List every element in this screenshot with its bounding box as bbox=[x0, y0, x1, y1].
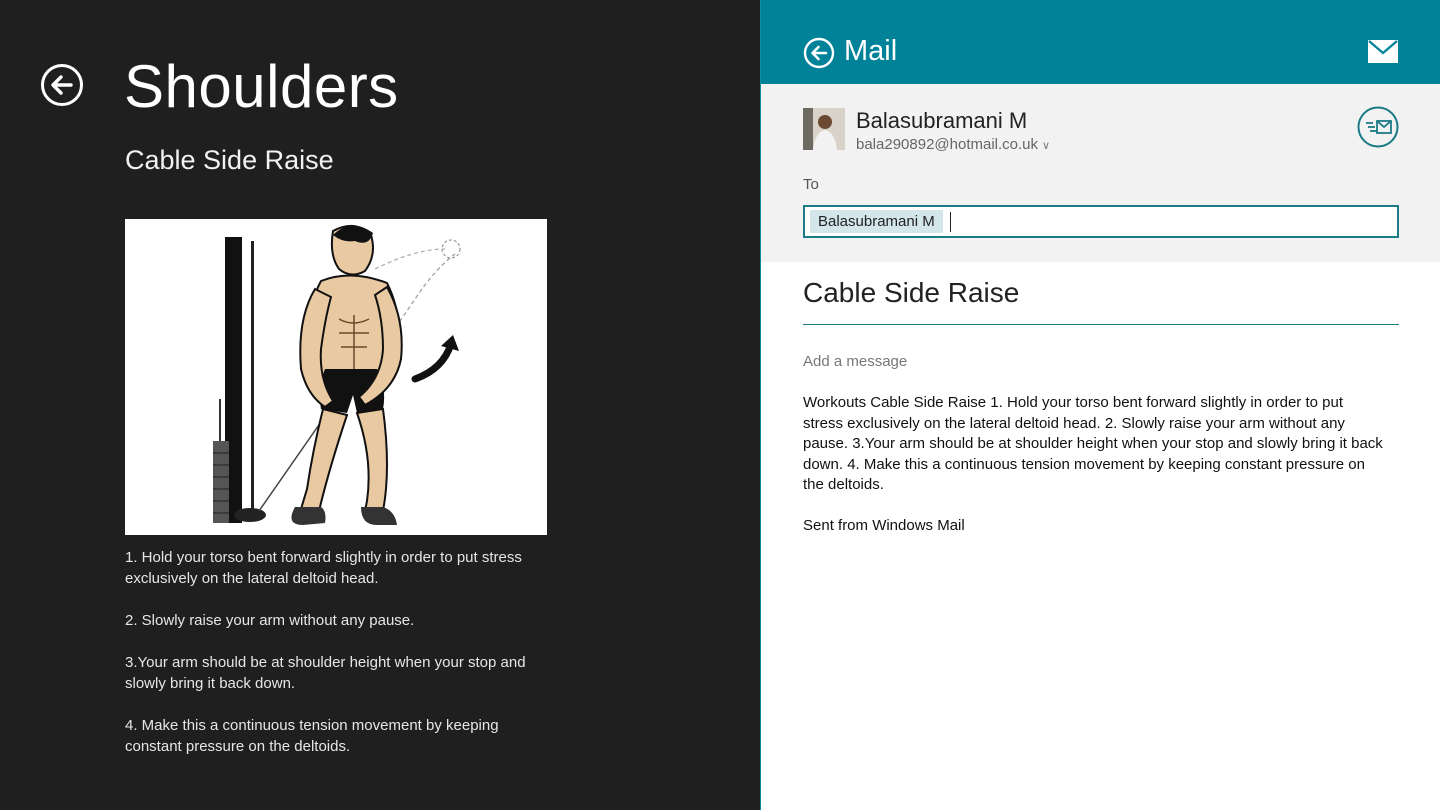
step-2: 2. Slowly raise your arm without any pau… bbox=[125, 612, 415, 629]
send-button[interactable] bbox=[1357, 106, 1399, 148]
envelope-icon bbox=[1368, 40, 1398, 63]
step-3: 3.Your arm should be at shoulder height … bbox=[125, 654, 526, 692]
back-button[interactable] bbox=[40, 63, 84, 107]
back-arrow-circle-icon bbox=[803, 37, 835, 69]
message-body[interactable]: Workouts Cable Side Raise 1. Hold your t… bbox=[803, 393, 1383, 496]
mail-back-button[interactable] bbox=[803, 37, 835, 69]
sender-account-selector[interactable]: bala290892@hotmail.co.uk ∨ bbox=[856, 136, 1050, 153]
recipient-chip[interactable]: Balasubramani M bbox=[810, 210, 943, 233]
exercise-pane: Shoulders Cable Side Raise 1. Hold your … bbox=[0, 0, 760, 810]
mail-share-pane: Mail Balasubramani M bala290892@hotmail.… bbox=[760, 0, 1440, 810]
sender-section: Balasubramani M bala290892@hotmail.co.uk… bbox=[761, 84, 1440, 262]
step-4: 4. Make this a continuous tension moveme… bbox=[125, 717, 499, 755]
text-caret bbox=[950, 212, 951, 232]
chevron-down-icon: ∨ bbox=[1042, 140, 1051, 152]
sender-email: bala290892@hotmail.co.uk bbox=[856, 136, 1039, 153]
send-mail-icon bbox=[1357, 106, 1399, 148]
avatar bbox=[803, 108, 845, 150]
cable-side-raise-illustration bbox=[213, 224, 461, 525]
step-1: 1. Hold your torso bent forward slightly… bbox=[125, 549, 522, 587]
subject-field[interactable]: Cable Side Raise bbox=[803, 277, 1399, 325]
mail-title: Mail bbox=[844, 35, 898, 67]
exercise-illustration bbox=[125, 219, 547, 535]
add-message-field[interactable]: Add a message bbox=[803, 353, 907, 370]
signature: Sent from Windows Mail bbox=[803, 517, 965, 534]
to-field[interactable]: Balasubramani M bbox=[803, 205, 1399, 238]
back-arrow-circle-icon bbox=[41, 64, 83, 106]
mail-header: Mail bbox=[761, 0, 1440, 84]
exercise-steps: 1. Hold your torso bent forward slightly… bbox=[125, 547, 555, 778]
sender-name: Balasubramani M bbox=[856, 108, 1028, 133]
exercise-name: Cable Side Raise bbox=[125, 145, 334, 175]
to-label: To bbox=[803, 176, 819, 193]
page-title: Shoulders bbox=[124, 53, 399, 120]
